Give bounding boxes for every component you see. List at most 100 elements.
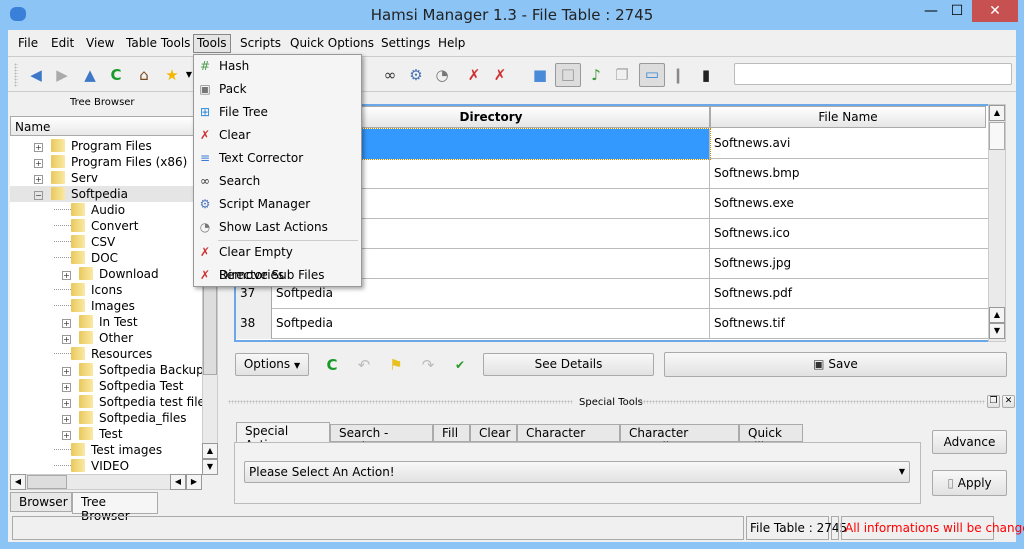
undo-icon[interactable]: ↶ — [354, 355, 374, 375]
expand-icon[interactable]: + — [34, 159, 43, 168]
spell-check-icon[interactable]: ✔ — [450, 355, 470, 375]
tree-item[interactable]: VIDEO — [10, 458, 202, 474]
tree-item[interactable]: + Test — [10, 426, 202, 442]
dock-grip[interactable] — [228, 400, 573, 404]
menu-tools[interactable]: Tools — [193, 34, 231, 53]
tree-item[interactable]: + Other — [10, 330, 202, 346]
row-number[interactable]: 38 — [236, 309, 272, 339]
close-panel-button[interactable]: ✕ — [1002, 395, 1015, 408]
column-header-file-name[interactable]: File Name — [710, 106, 986, 128]
advance-button[interactable]: Advance — [932, 430, 1007, 454]
cell-file-name[interactable]: Softnews.ico — [712, 219, 988, 249]
tree-item[interactable]: Test images — [10, 442, 202, 458]
menu-item-text-corrector[interactable]: ≡ Text Corrector — [194, 147, 361, 170]
menu-settings[interactable]: Settings — [381, 36, 430, 50]
home-icon[interactable]: ⌂ — [134, 65, 154, 85]
table-view-icon[interactable]: ▭ — [639, 63, 665, 87]
cell-file-name[interactable]: Softnews.exe — [712, 189, 988, 219]
menu-item-search[interactable]: ∞ Search — [194, 170, 361, 193]
expand-icon[interactable]: + — [62, 367, 71, 376]
cell-directory[interactable]: Softpedia — [274, 309, 710, 339]
flag-icon[interactable]: ⚑ — [386, 355, 406, 375]
expand-icon[interactable]: + — [62, 399, 71, 408]
menu-quick-options[interactable]: Quick Options — [290, 36, 374, 50]
cell-file-name[interactable]: Softnews.jpg — [712, 249, 988, 279]
redo-icon[interactable]: ↷ — [418, 355, 438, 375]
clear-folder-icon[interactable]: ✗ — [464, 65, 484, 85]
back-icon[interactable]: ◀ — [26, 65, 46, 85]
dock-grip[interactable] — [640, 400, 985, 404]
tree-item[interactable]: + In Test — [10, 314, 202, 330]
menu-file[interactable]: File — [18, 36, 38, 50]
tree-item[interactable]: Audio — [10, 202, 202, 218]
tree-horizontal-scrollbar[interactable]: ◀ ◀ ▶ — [10, 474, 202, 490]
expand-icon[interactable]: + — [62, 415, 71, 424]
tree-item[interactable]: + Softpedia_files — [10, 410, 202, 426]
file-icon[interactable]: □ — [555, 63, 581, 87]
tree-item[interactable]: Convert — [10, 218, 202, 234]
binoculars-icon[interactable]: ∞ — [380, 65, 400, 85]
expand-icon[interactable]: + — [34, 143, 43, 152]
tree-item[interactable]: + Program Files — [10, 138, 202, 154]
tree-item[interactable]: + Download — [10, 266, 202, 282]
tree-item[interactable]: − Softpedia — [10, 186, 202, 202]
microphone-icon[interactable]: ❙ — [668, 65, 688, 85]
collapse-icon[interactable]: − — [34, 191, 43, 200]
maximize-button[interactable]: ☐ — [944, 0, 970, 22]
tree-item[interactable]: Icons — [10, 282, 202, 298]
cell-file-name[interactable]: Softnews.pdf — [712, 279, 988, 309]
scroll-up-button[interactable]: ▲ — [989, 307, 1005, 323]
tree-item[interactable]: DOC — [10, 250, 202, 266]
tree-item[interactable]: + Softpedia test files — [10, 394, 202, 410]
gear-icon[interactable]: ⚙ — [406, 65, 426, 85]
tree-item[interactable]: + Softpedia Test — [10, 378, 202, 394]
up-icon[interactable]: ▲ — [80, 65, 100, 85]
scroll-right-button[interactable]: ▶ — [186, 474, 202, 490]
menu-table-tools[interactable]: Table Tools — [126, 36, 190, 50]
folder-icon[interactable]: ■ — [530, 65, 550, 85]
menu-item-pack[interactable]: ▣ Pack — [194, 78, 361, 101]
scroll-down-button[interactable]: ▼ — [202, 459, 218, 475]
media-player-icon[interactable]: ▮ — [696, 65, 716, 85]
float-panel-button[interactable]: ❐ — [987, 395, 1000, 408]
scroll-thumb[interactable] — [27, 475, 67, 489]
expand-icon[interactable]: + — [62, 335, 71, 344]
scroll-up-button[interactable]: ▲ — [989, 105, 1005, 121]
search-input[interactable] — [734, 63, 1012, 85]
tree-item[interactable]: Resources — [10, 346, 202, 362]
menu-item-remove-sub-files[interactable]: ✗ Remove Sub Files — [194, 264, 361, 287]
tab-fill[interactable]: Fill — [433, 424, 470, 442]
reload-icon[interactable]: C — [322, 355, 342, 375]
save-button[interactable]: ▣ Save — [664, 352, 1007, 377]
table-vertical-scrollbar[interactable]: ▲ ▲ ▼ — [988, 104, 1006, 342]
table-row[interactable]: 38 Softpedia Softnews.tif — [236, 309, 1004, 339]
cell-file-name[interactable]: Softnews.bmp — [712, 159, 988, 189]
menu-edit[interactable]: Edit — [51, 36, 74, 50]
close-button[interactable]: ✕ — [972, 0, 1018, 22]
expand-icon[interactable]: + — [62, 383, 71, 392]
cell-file-name[interactable]: Softnews.tif — [712, 309, 988, 339]
scroll-down-button[interactable]: ▼ — [989, 323, 1005, 339]
scroll-left-button[interactable]: ◀ — [170, 474, 186, 490]
scroll-up-button[interactable]: ▲ — [202, 443, 218, 459]
tab-character-state[interactable]: Character State — [517, 424, 620, 454]
expand-icon[interactable]: + — [62, 271, 71, 280]
cell-file-name[interactable]: Softnews.avi — [712, 129, 988, 159]
tab-special-actions[interactable]: Special Actions — [236, 422, 330, 452]
menu-item-clear[interactable]: ✗ Clear — [194, 124, 361, 147]
menu-view[interactable]: View — [86, 36, 114, 50]
tab-browser[interactable]: Browser — [10, 492, 72, 512]
tree-column-header[interactable]: Name — [10, 116, 206, 136]
remove-files-icon[interactable]: ✗ — [490, 65, 510, 85]
menu-item-show-last-actions[interactable]: ◔ Show Last Actions — [194, 216, 361, 239]
toolbar-grip[interactable] — [14, 63, 18, 87]
tab-search-replace[interactable]: Search - Replace — [330, 424, 433, 454]
minimize-button[interactable]: — — [918, 0, 944, 22]
menu-item-hash[interactable]: # Hash — [194, 55, 361, 78]
expand-icon[interactable]: + — [62, 431, 71, 440]
action-select[interactable]: Please Select An Action! ▼ — [244, 461, 910, 483]
copy-files-icon[interactable]: ❐ — [612, 65, 632, 85]
music-file-icon[interactable]: ♪ — [586, 65, 606, 85]
tab-tree-browser[interactable]: Tree Browser — [72, 492, 158, 523]
menu-item-file-tree[interactable]: ⊞ File Tree — [194, 101, 361, 124]
